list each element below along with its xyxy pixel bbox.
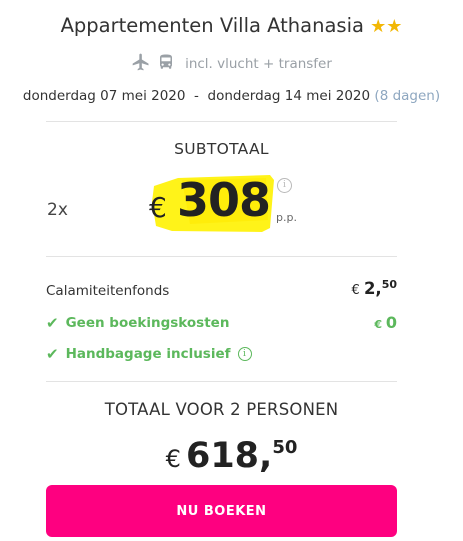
total-whole: 618,	[185, 436, 273, 476]
package-includes: incl. vlucht + transfer	[0, 53, 463, 75]
check-icon: ✔	[46, 345, 59, 363]
price-per-person: 308	[177, 173, 271, 227]
total-cents: 50	[272, 437, 298, 458]
calamity-fund-cents: 50	[381, 278, 397, 291]
calamity-fund-currency: €	[351, 283, 360, 298]
check-icon: ✔	[46, 314, 59, 332]
travel-dates: donderdag 07 mei 2020 - donderdag 14 mei…	[0, 88, 463, 104]
accommodation-name: Appartementen Villa Athanasia	[60, 14, 364, 37]
booking-costs-label: Geen boekingskosten	[65, 315, 230, 331]
trip-duration: (8 dagen)	[374, 88, 441, 104]
hand-luggage-label: Handbagage inclusief	[65, 346, 231, 362]
plane-icon	[131, 52, 151, 76]
booking-costs-value: € 0	[374, 313, 397, 332]
calamity-fund-whole: 2,	[363, 279, 382, 298]
hand-luggage-info-icon[interactable]: i	[237, 347, 252, 361]
package-includes-text: incl. vlucht + transfer	[185, 56, 332, 72]
per-person-label: p.p.	[276, 211, 297, 224]
calamity-fund-label: Calamiteitenfonds	[46, 283, 170, 299]
total-currency: €	[165, 445, 181, 473]
divider	[46, 381, 397, 382]
date-range: donderdag 07 mei 2020 - donderdag 14 mei…	[22, 88, 371, 104]
calamity-fund-value: € 2,50	[352, 278, 397, 298]
price-info-icon[interactable]: i	[277, 178, 292, 193]
total-amount: € 618,50	[0, 436, 463, 476]
divider	[46, 121, 397, 122]
booking-costs-amount: 0	[385, 313, 397, 332]
star-rating-icon: ★★	[370, 16, 403, 37]
price-currency: €	[149, 191, 167, 224]
booking-costs-row: ✔ Geen boekingskosten	[46, 314, 229, 332]
hand-luggage-row: ✔ Handbagage inclusief i	[46, 345, 252, 363]
bus-icon	[157, 52, 175, 76]
accommodation-title: Appartementen Villa Athanasia ★★	[0, 14, 463, 37]
total-label: TOTAAL VOOR 2 PERSONEN	[104, 400, 339, 419]
subtotal-label: SUBTOTAAL	[174, 140, 269, 158]
book-now-button[interactable]: NU BOEKEN	[46, 485, 397, 537]
booking-costs-currency: €	[374, 318, 383, 331]
divider	[46, 256, 397, 257]
quantity: 2x	[47, 200, 68, 220]
